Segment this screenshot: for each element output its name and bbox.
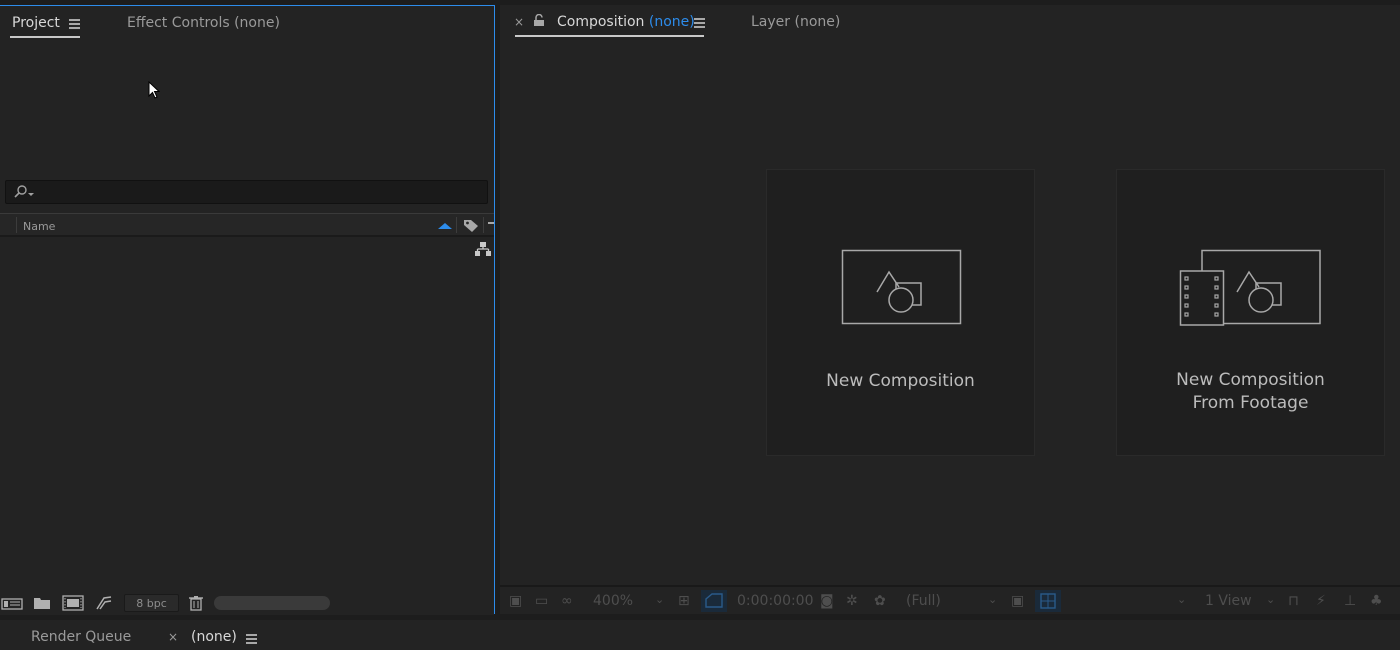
resolution-chevron-down-icon: ⌄ bbox=[988, 593, 998, 606]
new-composition-from-footage-card[interactable]: New Composition From Footage bbox=[1116, 169, 1385, 456]
viewer-toolbar: ▣ ▭ ∞ 400% ⌄ ⊞ 0:00:00:00 ◙ ✲ ✿ (Full) ⌄… bbox=[500, 585, 1400, 613]
always-preview-icon[interactable]: ▣ bbox=[509, 593, 522, 609]
search-input[interactable] bbox=[5, 180, 488, 204]
fast-preview-icon[interactable]: ▣ bbox=[1011, 593, 1024, 609]
column-divider bbox=[483, 217, 484, 233]
column-type-icon bbox=[488, 222, 494, 224]
close-icon[interactable]: × bbox=[168, 630, 178, 644]
timecode[interactable]: 0:00:00:00 bbox=[737, 593, 814, 609]
label-icon[interactable] bbox=[463, 219, 479, 233]
fast-previews-icon[interactable]: ⚡ bbox=[1316, 593, 1326, 609]
graph-icon[interactable] bbox=[95, 595, 113, 611]
show-snapshot-icon[interactable]: ✲ bbox=[846, 593, 858, 609]
views-chevron-down-icon: ⌄ bbox=[1266, 593, 1276, 606]
project-column-header: Name bbox=[0, 213, 494, 237]
tab-project-underline bbox=[10, 36, 80, 38]
close-icon[interactable]: × bbox=[514, 15, 524, 29]
composition-tabbar: × Composition (none) Layer (none) bbox=[500, 5, 1400, 39]
resolution-select[interactable]: (Full) bbox=[906, 593, 941, 609]
tab-composition-underline bbox=[515, 35, 704, 37]
label-line-2: From Footage bbox=[1192, 393, 1309, 413]
new-composition-button-icon[interactable] bbox=[62, 595, 84, 611]
mask-icon[interactable]: ∞ bbox=[561, 593, 573, 609]
color-channels-icon[interactable]: ✿ bbox=[874, 593, 886, 609]
monitor-icon[interactable]: ▭ bbox=[535, 593, 548, 609]
column-divider bbox=[456, 217, 457, 233]
mouse-cursor-icon bbox=[148, 81, 160, 99]
tab-effect-controls[interactable]: Effect Controls (none) bbox=[127, 15, 280, 31]
horizontal-scrollbar[interactable] bbox=[214, 596, 330, 610]
new-composition-card[interactable]: New Composition bbox=[766, 169, 1035, 456]
bit-depth-button[interactable]: 8 bpc bbox=[124, 594, 179, 612]
interpret-footage-icon[interactable] bbox=[1, 595, 23, 611]
zoom-select[interactable]: 400% bbox=[593, 593, 633, 609]
view-chevron-down-icon: ⌄ bbox=[1177, 593, 1187, 606]
transparency-grid-icon bbox=[1040, 593, 1056, 609]
lock-icon[interactable] bbox=[533, 14, 545, 27]
region-of-interest-button[interactable] bbox=[701, 590, 727, 612]
folder-icon[interactable] bbox=[33, 595, 51, 611]
new-composition-from-footage-label: New Composition From Footage bbox=[1117, 369, 1384, 415]
tab-composition-value: (none) bbox=[648, 14, 695, 30]
trash-icon[interactable] bbox=[188, 595, 204, 611]
timeline-tabbar: Render Queue × (none) bbox=[0, 620, 1400, 650]
tab-project[interactable]: Project bbox=[12, 15, 60, 31]
fit-icon[interactable]: ⊞ bbox=[678, 593, 690, 609]
project-tabbar: Project Effect Controls (none) bbox=[0, 6, 494, 40]
flowchart-small-icon[interactable]: ♣ bbox=[1370, 593, 1383, 609]
tab-layer[interactable]: Layer (none) bbox=[751, 14, 840, 30]
flowchart-icon[interactable] bbox=[474, 241, 492, 257]
zoom-chevron-down-icon: ⌄ bbox=[655, 593, 665, 606]
column-divider bbox=[16, 217, 17, 233]
transparency-grid-button[interactable] bbox=[1035, 590, 1061, 612]
project-panel: Project Effect Controls (none) Name 8 bp… bbox=[0, 5, 495, 615]
tab-composition-label: Composition bbox=[557, 14, 645, 30]
tab-timeline-none[interactable]: (none) bbox=[191, 629, 237, 645]
new-composition-label: New Composition bbox=[826, 371, 975, 391]
composition-panel-menu-icon[interactable] bbox=[694, 18, 705, 28]
project-footer: 8 bpc bbox=[0, 591, 494, 615]
region-icon bbox=[705, 593, 723, 608]
timeline-icon[interactable]: ⊥ bbox=[1344, 593, 1356, 609]
sort-ascending-icon[interactable] bbox=[437, 222, 453, 230]
new-composition-from-footage-icon bbox=[1179, 249, 1321, 326]
view-layout-select[interactable]: 1 View bbox=[1205, 593, 1252, 609]
camera-icon[interactable]: ◙ bbox=[820, 593, 834, 609]
timeline-menu-icon[interactable] bbox=[246, 634, 257, 644]
toggle-pixel-aspect-icon[interactable]: ⊓ bbox=[1288, 593, 1299, 609]
column-name[interactable]: Name bbox=[23, 220, 55, 233]
tab-render-queue[interactable]: Render Queue bbox=[31, 629, 131, 645]
search-icon[interactable] bbox=[12, 185, 36, 199]
tab-composition[interactable]: Composition (none) bbox=[557, 14, 695, 30]
new-composition-icon bbox=[841, 249, 962, 325]
composition-panel: × Composition (none) Layer (none) New Co… bbox=[500, 5, 1400, 614]
project-panel-menu-icon[interactable] bbox=[69, 19, 80, 29]
label-line-1: New Composition bbox=[1176, 370, 1325, 390]
